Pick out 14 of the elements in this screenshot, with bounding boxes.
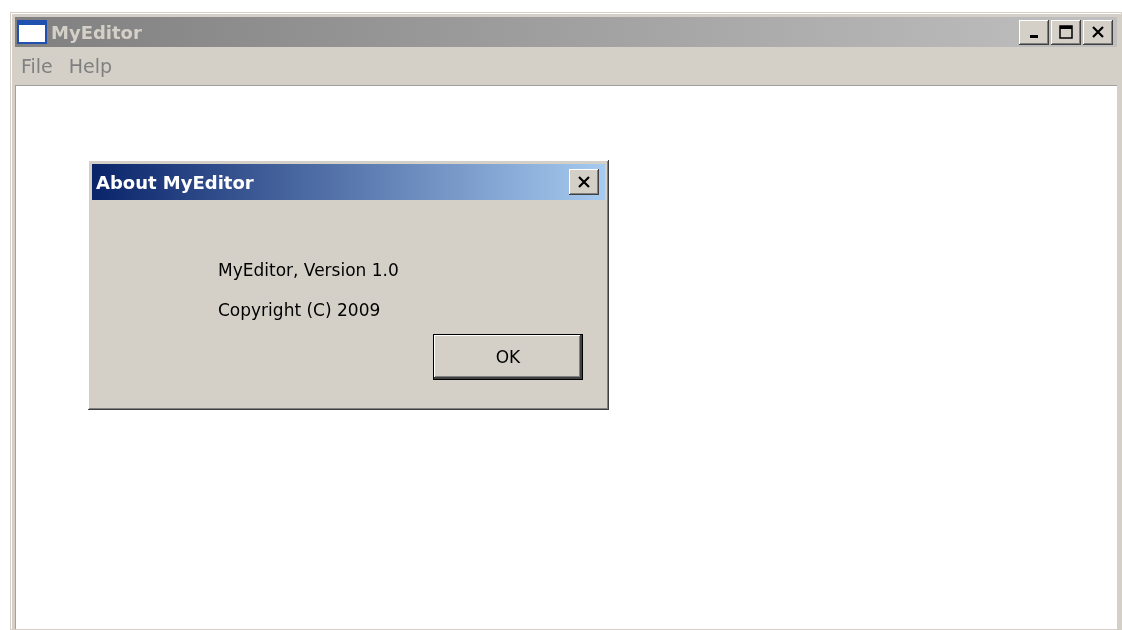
window-icon: [17, 20, 47, 44]
minimize-icon: [1030, 35, 1038, 38]
window-title: MyEditor: [51, 21, 143, 43]
close-icon: [577, 176, 591, 188]
minimize-button[interactable]: [1019, 19, 1049, 45]
about-text: MyEditor, Version 1.0: [218, 260, 400, 280]
about-text: Copyright (C) 2009: [218, 300, 382, 320]
ok-button[interactable]: OK: [433, 334, 583, 380]
close-button[interactable]: [1083, 19, 1113, 45]
maximize-button[interactable]: [1051, 19, 1081, 45]
maximize-icon: [1059, 25, 1073, 39]
dialog-title: About MyEditor: [96, 171, 255, 193]
close-button[interactable]: [569, 169, 599, 195]
close-icon: [1091, 26, 1105, 38]
